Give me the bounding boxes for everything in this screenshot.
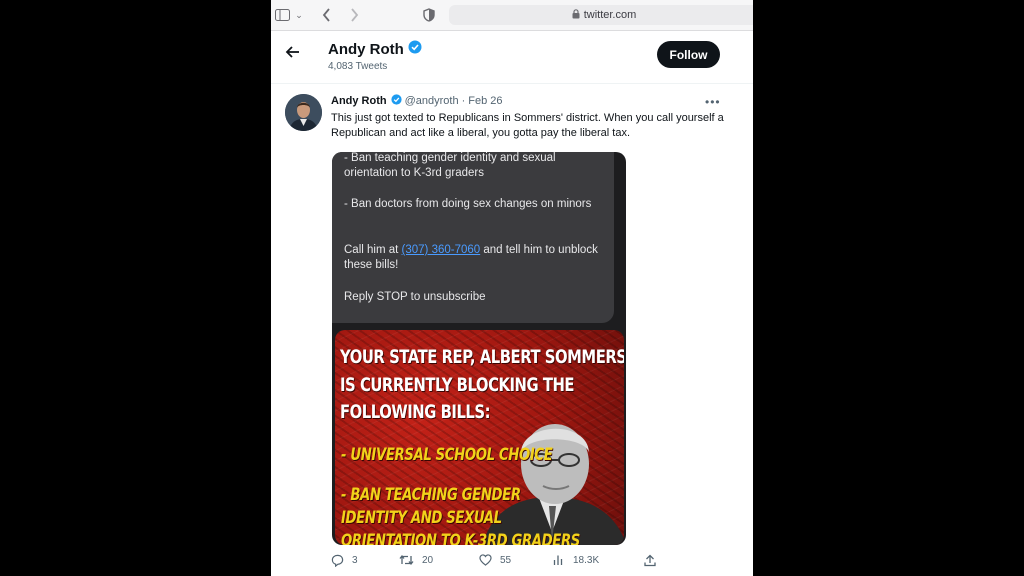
browser-toolbar: ⌄ twitter.com — [271, 0, 753, 31]
sms-line: Reply STOP to unsubscribe — [344, 291, 486, 303]
sms-call-prefix: Call him at — [344, 244, 399, 256]
reply-icon — [331, 554, 344, 567]
verified-badge-icon — [408, 40, 422, 58]
url-text: twitter.com — [583, 9, 637, 21]
tweet-header: Andy Roth @andyroth · Feb 26 — [331, 94, 503, 108]
tweet-author[interactable]: Andy Roth — [331, 95, 387, 107]
views-button[interactable]: 18.3K — [553, 554, 599, 566]
profile-name: Andy Roth — [328, 40, 422, 58]
tweet-count: 4,083 Tweets — [328, 61, 388, 72]
campaign-poster: YOUR STATE REP, ALBERT SOMMERS, IS CURRE… — [335, 330, 624, 545]
poster-bill: - UNIVERSAL SCHOOL CHOICE — [341, 445, 553, 465]
chevron-down-icon[interactable]: ⌄ — [294, 6, 304, 24]
follow-button[interactable]: Follow — [657, 41, 720, 68]
profile-header: Andy Roth 4,083 Tweets Follow — [271, 31, 753, 83]
reply-count: 3 — [352, 555, 358, 566]
tweet-media[interactable]: - Ban teaching gender identity and sexua… — [332, 152, 626, 545]
tweet-text: This just got texted to Republicans in S… — [331, 112, 724, 139]
retweet-button[interactable]: 20 — [399, 554, 433, 566]
reply-button[interactable]: 3 — [331, 554, 358, 567]
separator: · — [461, 95, 466, 107]
views-icon — [553, 555, 563, 565]
shield-icon[interactable] — [422, 6, 436, 24]
like-count: 55 — [500, 554, 512, 566]
poster-bill: IDENTITY AND SEXUAL — [341, 508, 502, 528]
poster-headline: YOUR STATE REP, ALBERT SOMMERS, — [340, 346, 624, 368]
views-count: 18.3K — [573, 554, 600, 566]
phone-link: (307) 360-7060 — [401, 244, 481, 256]
tweet-handle[interactable]: @andyroth — [405, 95, 459, 107]
tweet[interactable]: Andy Roth @andyroth · Feb 26 ••• This ju… — [271, 83, 753, 576]
browser-window: ⌄ twitter.com Andy Roth 4,083 Tweets Fol… — [271, 0, 753, 576]
poster-bill: ORIENTATION TO K-3RD GRADERS — [341, 531, 580, 545]
verified-badge-icon — [391, 94, 402, 108]
tweet-date[interactable]: Feb 26 — [468, 95, 502, 107]
sms-line: - Ban doctors from doing sex changes on … — [344, 198, 592, 210]
poster-headline: IS CURRENTLY BLOCKING THE — [340, 374, 575, 396]
profile-name-text: Andy Roth — [328, 40, 404, 58]
share-button[interactable] — [644, 554, 664, 567]
poster-headline: FOLLOWING BILLS: — [340, 401, 491, 423]
lock-icon — [572, 8, 580, 22]
sidebar-icon[interactable] — [273, 6, 291, 24]
sms-message-bubble: - Ban teaching gender identity and sexua… — [332, 152, 614, 323]
address-bar[interactable]: twitter.com — [449, 5, 753, 25]
back-icon[interactable] — [319, 6, 333, 24]
poster-bill: - BAN TEACHING GENDER — [341, 485, 521, 505]
retweet-icon — [399, 554, 414, 566]
heart-icon — [479, 554, 492, 566]
more-options-icon[interactable]: ••• — [705, 95, 721, 109]
forward-icon[interactable] — [347, 6, 361, 24]
retweet-count: 20 — [422, 554, 434, 566]
tweet-actions: 3 20 55 18.3K — [331, 554, 661, 574]
sms-line: - Ban teaching gender identity and sexua… — [344, 152, 556, 179]
sms-call-line: Call him at (307) 360-7060 and tell him … — [344, 243, 609, 273]
avatar[interactable] — [285, 94, 322, 131]
back-arrow-icon[interactable] — [285, 44, 301, 60]
like-button[interactable]: 55 — [479, 554, 511, 566]
share-icon — [644, 554, 656, 567]
